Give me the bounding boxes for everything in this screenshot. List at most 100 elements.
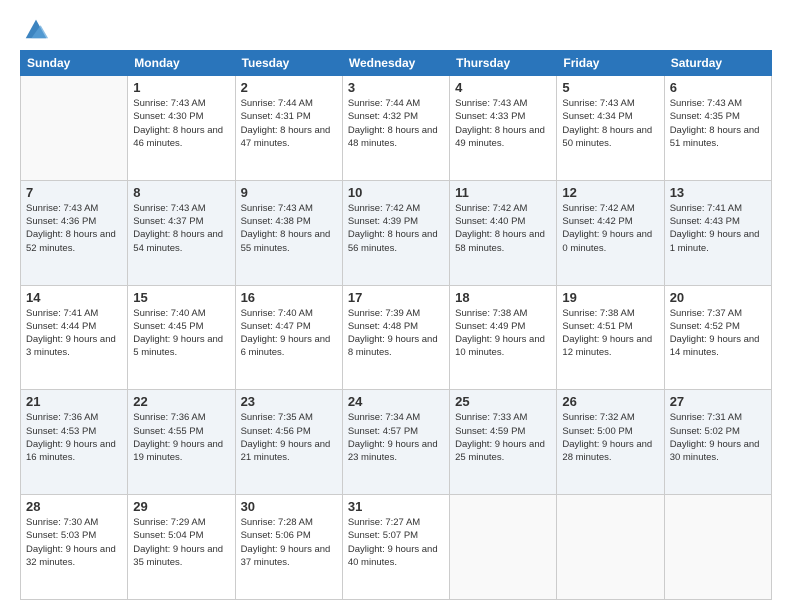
day-info: Sunrise: 7:39 AMSunset: 4:48 PMDaylight:… bbox=[348, 307, 444, 360]
day-info: Sunrise: 7:42 AMSunset: 4:40 PMDaylight:… bbox=[455, 202, 551, 255]
calendar-week-row: 21 Sunrise: 7:36 AMSunset: 4:53 PMDayligh… bbox=[21, 390, 772, 495]
calendar-cell: 10 Sunrise: 7:42 AMSunset: 4:39 PMDayligh… bbox=[342, 180, 449, 285]
calendar-cell: 14 Sunrise: 7:41 AMSunset: 4:44 PMDayligh… bbox=[21, 285, 128, 390]
day-info: Sunrise: 7:43 AMSunset: 4:37 PMDaylight:… bbox=[133, 202, 229, 255]
calendar-cell: 3 Sunrise: 7:44 AMSunset: 4:32 PMDaylight… bbox=[342, 76, 449, 181]
day-number: 23 bbox=[241, 394, 337, 409]
day-info: Sunrise: 7:43 AMSunset: 4:34 PMDaylight:… bbox=[562, 97, 658, 150]
calendar-cell: 4Sunrise: 7:43 AMSunset: 4:33 PMDaylight… bbox=[450, 76, 557, 181]
calendar-cell: 31 Sunrise: 7:27 AMSunset: 5:07 PMDayligh… bbox=[342, 495, 449, 600]
calendar-cell: 19Sunrise: 7:38 AMSunset: 4:51 PMDayligh… bbox=[557, 285, 664, 390]
day-number: 15 bbox=[133, 290, 229, 305]
calendar-cell: 26 Sunrise: 7:32 AMSunset: 5:00 PMDayligh… bbox=[557, 390, 664, 495]
day-info: Sunrise: 7:40 AMSunset: 4:45 PMDaylight:… bbox=[133, 307, 229, 360]
day-info: Sunrise: 7:29 AMSunset: 5:04 PMDaylight:… bbox=[133, 516, 229, 569]
day-info: Sunrise: 7:42 AMSunset: 4:42 PMDaylight:… bbox=[562, 202, 658, 255]
day-number: 16 bbox=[241, 290, 337, 305]
header-day-friday: Friday bbox=[557, 51, 664, 76]
calendar-cell: 2 Sunrise: 7:44 AMSunset: 4:31 PMDaylight… bbox=[235, 76, 342, 181]
day-info: Sunrise: 7:36 AMSunset: 4:53 PMDaylight:… bbox=[26, 411, 122, 464]
day-info: Sunrise: 7:43 AMSunset: 4:33 PMDaylight:… bbox=[455, 97, 551, 150]
calendar-week-row: 28 Sunrise: 7:30 AMSunset: 5:03 PMDayligh… bbox=[21, 495, 772, 600]
day-info: Sunrise: 7:44 AMSunset: 4:31 PMDaylight:… bbox=[241, 97, 337, 150]
day-number: 21 bbox=[26, 394, 122, 409]
calendar-cell: 23 Sunrise: 7:35 AMSunset: 4:56 PMDayligh… bbox=[235, 390, 342, 495]
header bbox=[20, 18, 772, 42]
calendar-cell: 1 Sunrise: 7:43 AMSunset: 4:30 PMDaylight… bbox=[128, 76, 235, 181]
day-number: 10 bbox=[348, 185, 444, 200]
calendar-cell: 25 Sunrise: 7:33 AMSunset: 4:59 PMDayligh… bbox=[450, 390, 557, 495]
logo bbox=[20, 18, 50, 42]
calendar-cell: 20 Sunrise: 7:37 AMSunset: 4:52 PMDayligh… bbox=[664, 285, 771, 390]
day-info: Sunrise: 7:32 AMSunset: 5:00 PMDaylight:… bbox=[562, 411, 658, 464]
calendar-cell bbox=[450, 495, 557, 600]
day-number: 26 bbox=[562, 394, 658, 409]
calendar-cell: 5 Sunrise: 7:43 AMSunset: 4:34 PMDaylight… bbox=[557, 76, 664, 181]
header-day-saturday: Saturday bbox=[664, 51, 771, 76]
day-info: Sunrise: 7:43 AMSunset: 4:36 PMDaylight:… bbox=[26, 202, 122, 255]
calendar-cell: 27 Sunrise: 7:31 AMSunset: 5:02 PMDayligh… bbox=[664, 390, 771, 495]
day-number: 20 bbox=[670, 290, 766, 305]
day-info: Sunrise: 7:40 AMSunset: 4:47 PMDaylight:… bbox=[241, 307, 337, 360]
day-info: Sunrise: 7:37 AMSunset: 4:52 PMDaylight:… bbox=[670, 307, 766, 360]
calendar-cell: 11 Sunrise: 7:42 AMSunset: 4:40 PMDayligh… bbox=[450, 180, 557, 285]
day-number: 31 bbox=[348, 499, 444, 514]
day-info: Sunrise: 7:33 AMSunset: 4:59 PMDaylight:… bbox=[455, 411, 551, 464]
header-day-monday: Monday bbox=[128, 51, 235, 76]
calendar-cell: 28 Sunrise: 7:30 AMSunset: 5:03 PMDayligh… bbox=[21, 495, 128, 600]
day-number: 30 bbox=[241, 499, 337, 514]
day-info: Sunrise: 7:41 AMSunset: 4:43 PMDaylight:… bbox=[670, 202, 766, 255]
calendar-cell: 17 Sunrise: 7:39 AMSunset: 4:48 PMDayligh… bbox=[342, 285, 449, 390]
day-number: 2 bbox=[241, 80, 337, 95]
calendar-cell: 30 Sunrise: 7:28 AMSunset: 5:06 PMDayligh… bbox=[235, 495, 342, 600]
day-info: Sunrise: 7:31 AMSunset: 5:02 PMDaylight:… bbox=[670, 411, 766, 464]
day-number: 13 bbox=[670, 185, 766, 200]
day-number: 17 bbox=[348, 290, 444, 305]
day-info: Sunrise: 7:43 AMSunset: 4:35 PMDaylight:… bbox=[670, 97, 766, 150]
day-number: 6 bbox=[670, 80, 766, 95]
day-number: 3 bbox=[348, 80, 444, 95]
day-info: Sunrise: 7:44 AMSunset: 4:32 PMDaylight:… bbox=[348, 97, 444, 150]
day-number: 25 bbox=[455, 394, 551, 409]
header-day-wednesday: Wednesday bbox=[342, 51, 449, 76]
day-info: Sunrise: 7:30 AMSunset: 5:03 PMDaylight:… bbox=[26, 516, 122, 569]
calendar-header-row: SundayMondayTuesdayWednesdayThursdayFrid… bbox=[21, 51, 772, 76]
day-number: 27 bbox=[670, 394, 766, 409]
calendar-cell: 21 Sunrise: 7:36 AMSunset: 4:53 PMDayligh… bbox=[21, 390, 128, 495]
day-info: Sunrise: 7:27 AMSunset: 5:07 PMDaylight:… bbox=[348, 516, 444, 569]
calendar-cell: 22 Sunrise: 7:36 AMSunset: 4:55 PMDayligh… bbox=[128, 390, 235, 495]
calendar-week-row: 1 Sunrise: 7:43 AMSunset: 4:30 PMDaylight… bbox=[21, 76, 772, 181]
header-day-sunday: Sunday bbox=[21, 51, 128, 76]
day-info: Sunrise: 7:41 AMSunset: 4:44 PMDaylight:… bbox=[26, 307, 122, 360]
calendar-cell: 29 Sunrise: 7:29 AMSunset: 5:04 PMDayligh… bbox=[128, 495, 235, 600]
day-info: Sunrise: 7:35 AMSunset: 4:56 PMDaylight:… bbox=[241, 411, 337, 464]
calendar-cell: 8 Sunrise: 7:43 AMSunset: 4:37 PMDaylight… bbox=[128, 180, 235, 285]
calendar-cell: 6 Sunrise: 7:43 AMSunset: 4:35 PMDaylight… bbox=[664, 76, 771, 181]
day-number: 28 bbox=[26, 499, 122, 514]
day-info: Sunrise: 7:28 AMSunset: 5:06 PMDaylight:… bbox=[241, 516, 337, 569]
day-number: 9 bbox=[241, 185, 337, 200]
day-number: 1 bbox=[133, 80, 229, 95]
logo-icon bbox=[22, 14, 50, 42]
calendar-cell: 16 Sunrise: 7:40 AMSunset: 4:47 PMDayligh… bbox=[235, 285, 342, 390]
day-number: 5 bbox=[562, 80, 658, 95]
day-number: 22 bbox=[133, 394, 229, 409]
day-number: 8 bbox=[133, 185, 229, 200]
calendar-week-row: 7 Sunrise: 7:43 AMSunset: 4:36 PMDaylight… bbox=[21, 180, 772, 285]
calendar-cell bbox=[21, 76, 128, 181]
calendar-cell: 7 Sunrise: 7:43 AMSunset: 4:36 PMDaylight… bbox=[21, 180, 128, 285]
calendar-week-row: 14 Sunrise: 7:41 AMSunset: 4:44 PMDayligh… bbox=[21, 285, 772, 390]
calendar-cell: 15 Sunrise: 7:40 AMSunset: 4:45 PMDayligh… bbox=[128, 285, 235, 390]
day-number: 14 bbox=[26, 290, 122, 305]
day-number: 7 bbox=[26, 185, 122, 200]
day-number: 18 bbox=[455, 290, 551, 305]
day-number: 11 bbox=[455, 185, 551, 200]
day-number: 29 bbox=[133, 499, 229, 514]
day-info: Sunrise: 7:43 AMSunset: 4:38 PMDaylight:… bbox=[241, 202, 337, 255]
day-info: Sunrise: 7:42 AMSunset: 4:39 PMDaylight:… bbox=[348, 202, 444, 255]
calendar-table: SundayMondayTuesdayWednesdayThursdayFrid… bbox=[20, 50, 772, 600]
calendar-cell: 9 Sunrise: 7:43 AMSunset: 4:38 PMDaylight… bbox=[235, 180, 342, 285]
day-info: Sunrise: 7:38 AMSunset: 4:49 PMDaylight:… bbox=[455, 307, 551, 360]
day-info: Sunrise: 7:36 AMSunset: 4:55 PMDaylight:… bbox=[133, 411, 229, 464]
day-info: Sunrise: 7:43 AMSunset: 4:30 PMDaylight:… bbox=[133, 97, 229, 150]
